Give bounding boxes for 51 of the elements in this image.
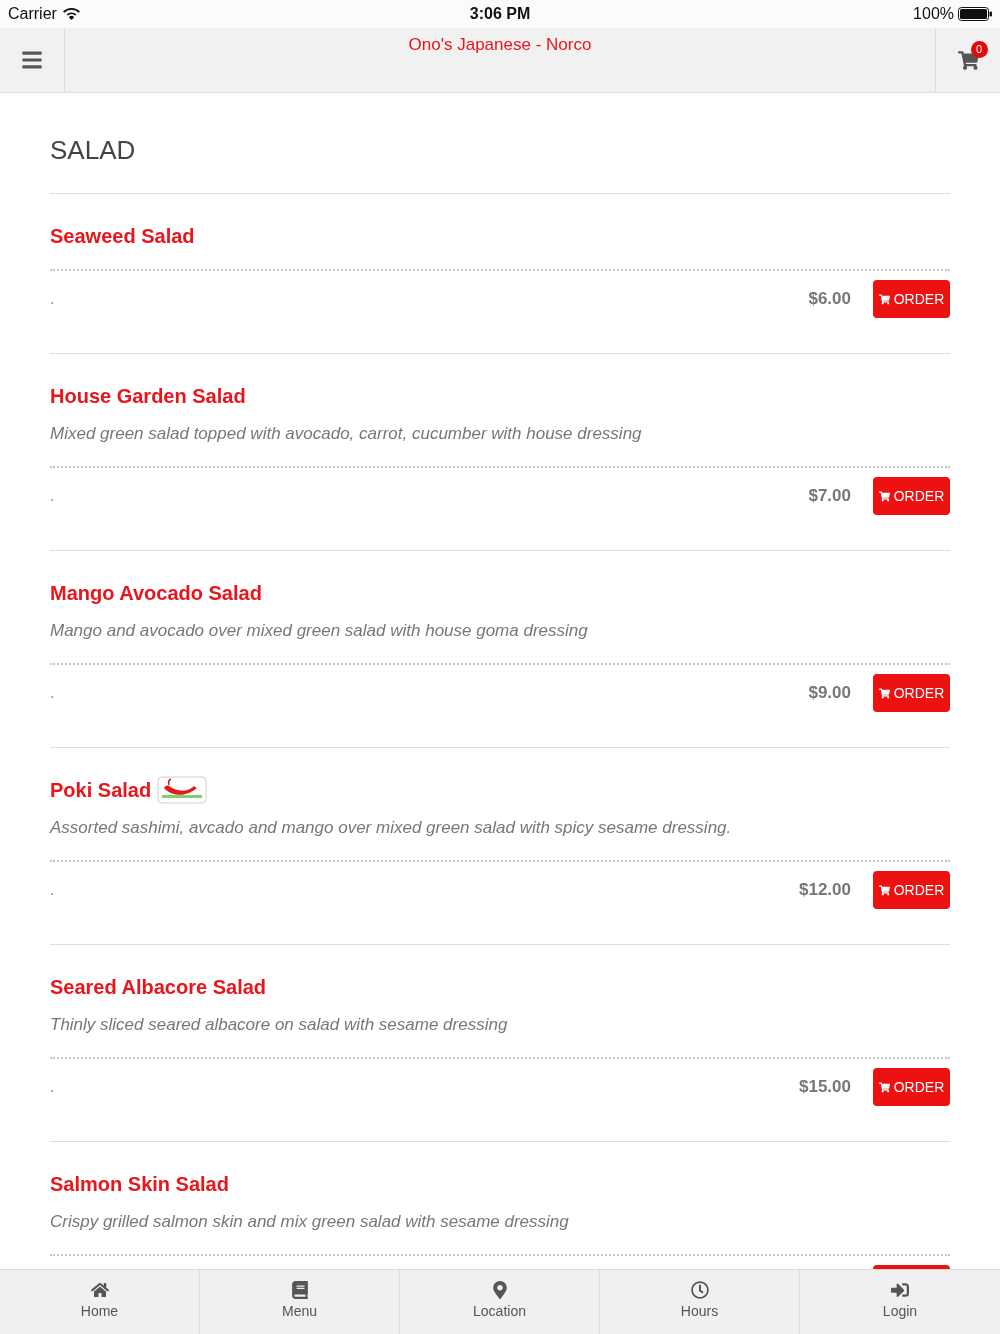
item-description: Mixed green salad topped with avocado, carrot, cucumber with house dressing [50,423,643,445]
order-button[interactable]: ORDER [873,1068,950,1106]
carrier-name: Carrier [8,5,57,23]
item-note: . [50,684,56,702]
item-note: . [50,290,56,308]
order-button[interactable]: ORDER [873,674,950,712]
item-price: $15.00 [799,1077,851,1097]
book-icon [290,1281,309,1299]
tab-bar-item[interactable]: Location [400,1270,600,1334]
tab-bar-item[interactable]: Hours [600,1270,800,1334]
item-name: Seared Albacore Salad [50,975,267,1000]
cart-icon [878,490,890,502]
battery-icon [958,7,992,21]
wifi-icon [62,8,80,20]
cart-icon [878,884,890,896]
cart-count-badge: 0 [970,40,988,58]
item-note: . [50,487,56,505]
item-price: $7.00 [808,486,851,506]
restaurant-title: Ono's Japanese - Norco [408,35,592,55]
item-description: Assorted sashimi, avcado and mango over mixed green salad with spicy sesame dressing. [50,817,733,839]
item-description: Mango and avocado over mixed green salad with house goma dressing [50,620,589,642]
item-note: . [50,881,56,899]
home-icon [90,1281,109,1299]
cart-icon [878,1081,890,1093]
map-pin-icon [490,1281,509,1299]
cart-icon [878,687,890,699]
cart-button[interactable]: 0 [935,28,1000,92]
tab-bar-item[interactable]: Login [800,1270,1000,1334]
clock-time: 3:06 PM [469,5,531,23]
item-name: House Garden Salad [50,384,246,409]
item-description: Thinly sliced seared albacore on salad with sesame dressing [50,1014,509,1036]
sign-in-icon [891,1281,909,1299]
cart-icon [878,293,890,305]
item-name: Mango Avocado Salad [50,581,262,606]
order-button[interactable]: ORDER [873,280,950,318]
item-description: Crispy grilled salmon skin and mix green salad with sesame dressing [50,1211,570,1233]
tab-bar-item[interactable]: Home [0,1270,200,1334]
item-name: Salmon Skin Salad [50,1172,229,1197]
item-price: $9.00 [808,683,851,703]
menu-icon [21,49,43,71]
section-heading: SALAD [50,93,950,194]
item-price: $6.00 [808,289,851,309]
item-note: . [50,1078,56,1096]
item-name: Poki Salad [50,778,152,803]
clock-icon [690,1281,709,1299]
tab-bar-item[interactable]: Menu [200,1270,400,1334]
battery-percent: 100% [913,5,954,23]
order-button[interactable]: ORDER [873,871,950,909]
item-name: Seaweed Salad [50,224,195,249]
order-button[interactable]: ORDER [873,477,950,515]
item-price: $12.00 [799,880,851,900]
